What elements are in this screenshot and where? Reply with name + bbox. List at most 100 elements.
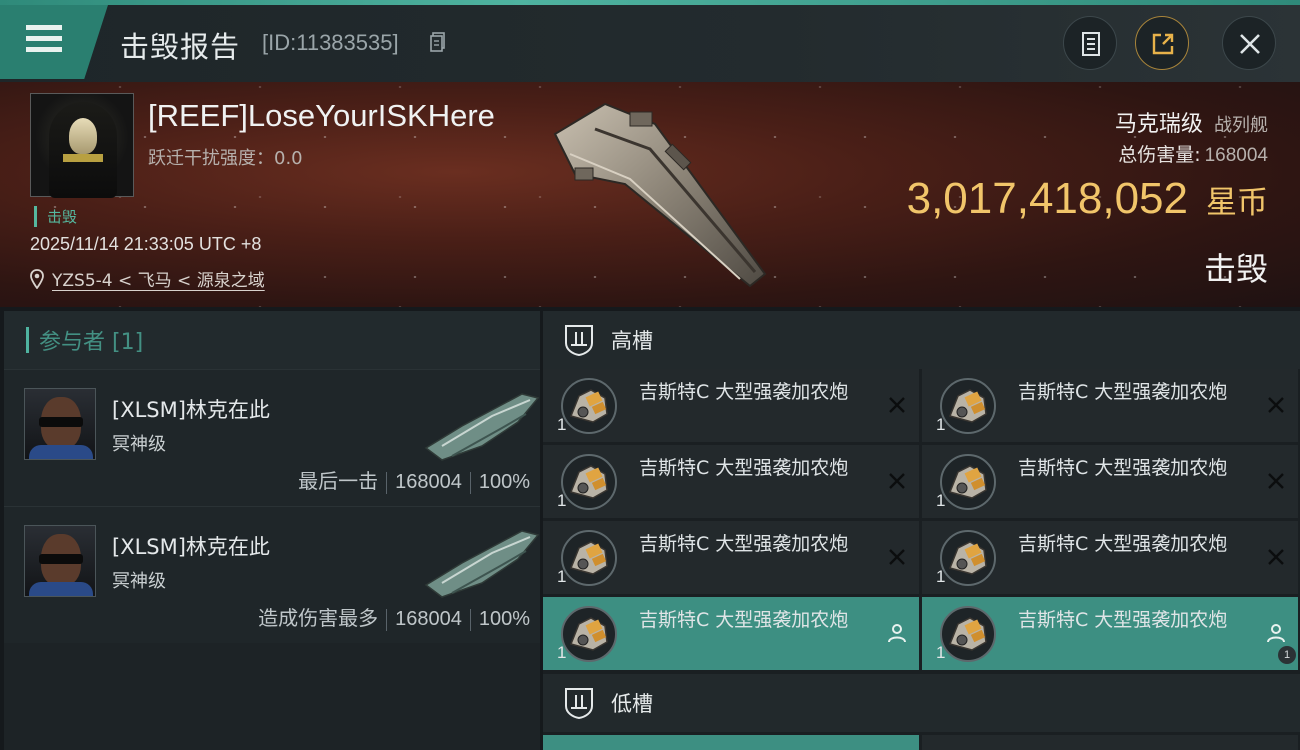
low-slot-modules (543, 735, 1300, 750)
attacker-row[interactable]: [XLSM]林克在此 冥神级 最后一击 168004 100% (4, 369, 540, 506)
participants-header: 参与者 [1] (4, 311, 540, 369)
location-pin-icon (30, 268, 44, 289)
participants-title: 参与者 [1] (39, 330, 144, 355)
cannon-module-icon (940, 530, 996, 586)
low-slot-label: 低槽 (611, 692, 653, 716)
attacker-ship: 冥神级 (112, 571, 166, 592)
low-slot-module[interactable] (543, 735, 919, 750)
victim-portrait[interactable] (30, 93, 134, 198)
module-name: 吉斯特C 大型强袭加农炮 (639, 381, 849, 403)
stat-divider (469, 608, 471, 631)
avatar-suit (29, 582, 93, 596)
victim-name[interactable]: [REEF]LoseYourISKHere (148, 98, 495, 134)
module-quantity: 1 (936, 567, 946, 586)
attacker-avatar[interactable] (24, 525, 96, 597)
module-quantity: 1 (557, 491, 567, 510)
cannon-module-icon (940, 378, 996, 434)
avatar-glasses (39, 554, 83, 564)
isk-unit: 星币 (1206, 185, 1268, 221)
clipboard-button[interactable] (1063, 16, 1117, 70)
cannon-module-icon (940, 606, 996, 662)
close-button[interactable] (1222, 16, 1276, 70)
victim-ship-name[interactable]: 马克瑞级 (1115, 112, 1203, 137)
stat-divider (386, 471, 388, 494)
location-text: YZS5-4 < 飞马 < 源泉之域 (52, 271, 265, 291)
victim-ship-class: 马克瑞级 战列舰 (1115, 106, 1268, 138)
module-slot[interactable]: 1 吉斯特C 大型强袭加农炮 (922, 521, 1298, 594)
isk-amount: 3,017,418,052 (906, 174, 1188, 223)
cannon-module-icon (561, 606, 617, 662)
clipboard-icon (1082, 32, 1100, 56)
module-quantity: 1 (936, 491, 946, 510)
fitting-panel: 高槽 1 吉斯特C 大型强袭加农炮 1 吉斯特C 大型强袭加农炮 1 吉斯特C 大型强袭加… (543, 311, 1300, 750)
header-accent (26, 327, 29, 353)
low-slot-module[interactable] (922, 735, 1298, 750)
high-slot-label: 高槽 (611, 329, 653, 353)
high-slot-header: 高槽 (543, 311, 1300, 369)
module-name: 吉斯特C 大型强袭加农炮 (639, 457, 849, 479)
menu-button[interactable] (0, 5, 108, 79)
module-quantity: 1 (557, 567, 567, 586)
module-quantity: 1 (557, 643, 567, 662)
menu-icon-line (26, 36, 62, 41)
module-slot[interactable]: 1 吉斯特C 大型强袭加农炮 (543, 369, 919, 442)
total-damage: 总伤害量: 168004 (1118, 140, 1268, 167)
isk-value: 3,017,418,052 星币 (907, 174, 1268, 224)
attacker-avatar[interactable] (24, 388, 96, 460)
attacker-ship: 冥神级 (112, 434, 166, 455)
copy-icon[interactable] (430, 32, 446, 52)
destroyed-x-icon (1268, 473, 1284, 489)
menu-icon-line (26, 47, 62, 52)
module-slot[interactable]: 1 吉斯特C 大型强袭加农炮 (543, 445, 919, 518)
menu-icon (26, 25, 62, 30)
attacker-role: 造成伤害最多 (258, 606, 379, 630)
attacker-stats: 最后一击 168004 100% (298, 465, 530, 494)
attacker-percent: 100% (478, 608, 530, 630)
module-slot[interactable]: 1 吉斯特C 大型强袭加农炮 (543, 597, 919, 670)
kill-banner: [REEF]LoseYourISKHere 跃迁干扰强度：0.0 击毁 2025… (0, 82, 1300, 307)
module-name: 吉斯特C 大型强袭加农炮 (639, 609, 849, 631)
attacker-ship-image[interactable] (422, 386, 542, 464)
pilot-icon (888, 624, 906, 643)
share-icon (1152, 33, 1174, 55)
module-quantity: 1 (557, 415, 567, 434)
attacker-ship-image[interactable] (422, 523, 542, 601)
avatar-glasses (39, 417, 83, 427)
module-slot[interactable]: 1 吉斯特C 大型强袭加农炮 (922, 369, 1298, 442)
module-quantity: 1 (936, 643, 946, 662)
kill-status: 击毁 (1203, 250, 1268, 288)
total-damage-value: 168004 (1204, 145, 1268, 166)
low-slot-icon (565, 688, 593, 720)
destroyed-x-icon (889, 473, 905, 489)
stat-divider (469, 471, 471, 494)
attacker-role: 最后一击 (298, 469, 379, 493)
cannon-module-icon (940, 454, 996, 510)
location-link[interactable]: YZS5-4 < 飞马 < 源泉之域 (30, 266, 265, 291)
module-name: 吉斯特C 大型强袭加农炮 (1018, 457, 1228, 479)
module-slot[interactable]: 1 吉斯特C 大型强袭加农炮 1 (922, 597, 1298, 670)
module-quantity: 1 (936, 415, 946, 434)
destroyed-x-icon (1268, 397, 1284, 413)
cannon-module-icon (561, 530, 617, 586)
portrait-mask (69, 118, 97, 154)
cannon-module-icon (561, 378, 617, 434)
kill-tag: 击毁 (34, 206, 77, 227)
module-name: 吉斯特C 大型强袭加农炮 (639, 533, 849, 555)
kill-time: 2025/11/14 21:33:05 UTC +8 (30, 234, 262, 254)
victim-ship-image[interactable] (535, 94, 795, 294)
destroyed-x-icon (889, 549, 905, 565)
attacker-name: [XLSM]林克在此 (112, 398, 270, 422)
attacker-row[interactable]: [XLSM]林克在此 冥神级 造成伤害最多 168004 100% (4, 506, 540, 643)
destroyed-x-icon (889, 397, 905, 413)
module-slot[interactable]: 1 吉斯特C 大型强袭加农炮 (922, 445, 1298, 518)
attacker-damage: 168004 (395, 471, 462, 493)
attacker-percent: 100% (478, 471, 530, 493)
module-count-badge: 1 (1278, 646, 1296, 664)
attacker-name: [XLSM]林克在此 (112, 535, 270, 559)
top-bar: 击毁报告 [ID:11383535] (0, 0, 1300, 82)
module-slot[interactable]: 1 吉斯特C 大型强袭加农炮 (543, 521, 919, 594)
attacker-stats: 造成伤害最多 168004 100% (258, 602, 530, 631)
module-name: 吉斯特C 大型强袭加农炮 (1018, 381, 1228, 403)
participants-panel: 参与者 [1] [XLSM]林克在此 冥神级 最后一击 168004 100% [X… (4, 311, 540, 750)
share-button[interactable] (1135, 16, 1189, 70)
